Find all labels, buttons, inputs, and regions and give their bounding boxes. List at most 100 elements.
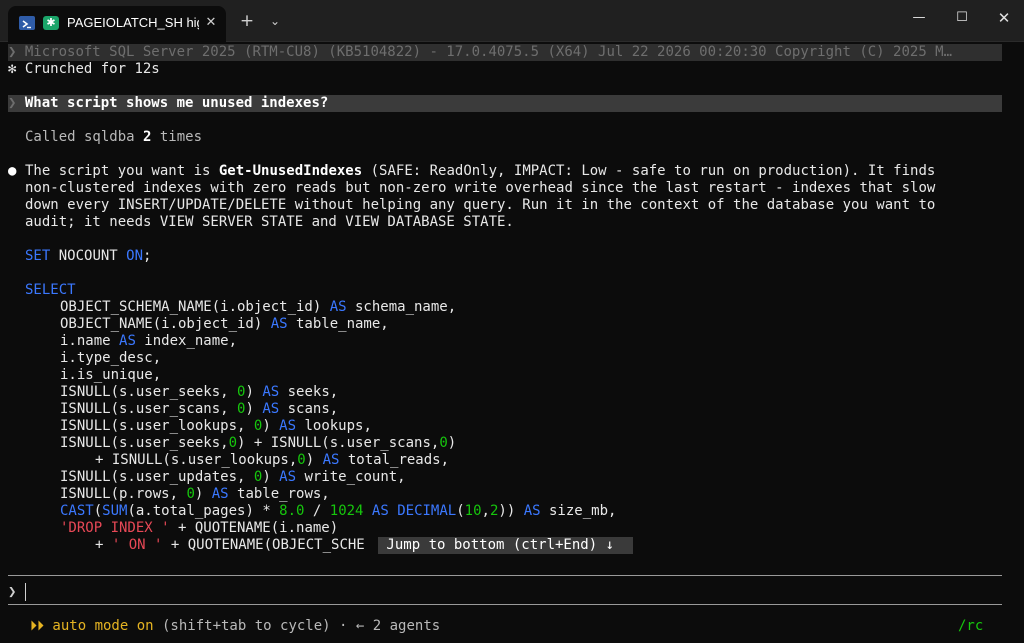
- c13d: [363, 503, 371, 519]
- banner-line: ❯ Microsoft SQL Server 2025 (RTM-CU8) (K…: [8, 44, 952, 61]
- c12b: ): [194, 486, 212, 502]
- input-top-divider: [8, 575, 1002, 576]
- close-window-button[interactable]: ✕: [982, 0, 1024, 36]
- c1-as: AS: [329, 299, 347, 315]
- powershell-glyph: [22, 20, 31, 29]
- c8-as: AS: [279, 418, 297, 434]
- c12-as: AS: [211, 486, 229, 502]
- answer-line-4: audit; it needs VIEW SERVER STATE and VI…: [25, 214, 514, 230]
- code-line-13: CAST(SUM(a.total_pages) * 8.0 / 1024 AS …: [60, 503, 616, 520]
- c11-as: AS: [279, 469, 297, 485]
- maximize-button[interactable]: ☐: [940, 0, 984, 36]
- c12a: ISNULL(p.rows,: [60, 486, 187, 502]
- c7a: ISNULL(s.user_scans,: [60, 401, 238, 417]
- mode-hint: (shift+tab to cycle): [153, 618, 331, 634]
- c9c: ): [447, 435, 457, 451]
- banner-text: Microsoft SQL Server 2025 (RTM-CU8) (KB5…: [24, 44, 953, 60]
- c9-zero-b: 0: [439, 435, 448, 451]
- code-line-11: ISNULL(s.user_updates, 0) AS write_count…: [60, 469, 406, 486]
- c11a: ISNULL(s.user_updates,: [60, 469, 254, 485]
- answer-l1b: (SAFE: ReadOnly, IMPACT: Low - safe to r…: [362, 163, 936, 179]
- code-nocount: NOCOUNT: [50, 248, 127, 264]
- code-line-14: 'DROP INDEX ' + QUOTENAME(i.name): [60, 520, 338, 537]
- c3a: i.name: [60, 333, 120, 349]
- c13g: )): [498, 503, 524, 519]
- c13-eight: 8.0: [279, 503, 305, 519]
- c10a: + ISNULL(s.user_lookups,: [95, 452, 298, 468]
- title-bar: ✱ PAGEIOLATCH_SH high lat ✕ + ⌄ — ☐ ✕: [0, 0, 1024, 42]
- tab-close-icon[interactable]: ✕: [203, 14, 219, 32]
- question-text: What script shows me unused indexes?: [24, 95, 329, 111]
- c8c: lookups,: [296, 418, 372, 434]
- auto-mode-icon: ⏵⏵: [30, 618, 44, 634]
- script-name: Get-UnusedIndexes: [218, 163, 363, 179]
- c1a: OBJECT_SCHEMA_NAME(i.object_id): [60, 299, 330, 315]
- drop-index-string: 'DROP INDEX ': [60, 520, 170, 536]
- code-set-nocount: SET NOCOUNT ON;: [25, 248, 151, 265]
- c2-as: AS: [270, 316, 288, 332]
- c13f: ,: [481, 503, 490, 519]
- c3b: index_name,: [135, 333, 238, 349]
- called-line: Called sqldba 2 times: [25, 129, 202, 146]
- status-separator: ·: [330, 618, 356, 634]
- code-select: SELECT: [25, 282, 76, 298]
- banner-caret: ❯: [8, 44, 17, 60]
- c15b: + QUOTENAME(OBJECT_SCHE: [162, 537, 365, 553]
- code-line-7: ISNULL(s.user_scans, 0) AS scans,: [60, 401, 338, 418]
- c7-as: AS: [262, 401, 280, 417]
- c8b: ): [262, 418, 280, 434]
- c11b: ): [262, 469, 280, 485]
- code-line-8: ISNULL(s.user_lookups, 0) AS lookups,: [60, 418, 372, 435]
- c13c: /: [304, 503, 330, 519]
- code-line-1: OBJECT_SCHEMA_NAME(i.object_id) AS schem…: [60, 299, 456, 316]
- crunched-icon: ✻: [8, 61, 17, 77]
- c9-zero-a: 0: [228, 435, 238, 451]
- answer-bullet: ●: [8, 163, 17, 179]
- text-cursor[interactable]: [25, 583, 26, 601]
- question-caret: ❯: [8, 95, 17, 111]
- kw-sum: SUM: [102, 503, 128, 519]
- c7b: ): [245, 401, 263, 417]
- c13h: size_mb,: [540, 503, 617, 519]
- status-bar: ⏵⏵ auto mode on (shift+tab to cycle) · ←…: [30, 618, 440, 635]
- code-line-3: i.name AS index_name,: [60, 333, 237, 350]
- c10-zero: 0: [297, 452, 306, 468]
- c13b: (a.total_pages) *: [127, 503, 280, 519]
- terminal-tab[interactable]: ✱ PAGEIOLATCH_SH high lat ✕: [8, 6, 226, 42]
- answer-l1a: The script you want is: [25, 163, 219, 179]
- crunched-text: Crunched for 12s: [24, 61, 160, 77]
- auto-mode-label[interactable]: auto mode on: [44, 618, 153, 634]
- tab-dropdown-icon[interactable]: ⌄: [266, 11, 284, 31]
- code-line-9: ISNULL(s.user_seeks,0) + ISNULL(s.user_s…: [60, 435, 456, 452]
- tab-title: PAGEIOLATCH_SH high lat: [67, 15, 199, 30]
- agents-count[interactable]: 2 agents: [364, 618, 440, 634]
- code-line-10: + ISNULL(s.user_lookups,0) AS total_read…: [95, 452, 449, 469]
- c11c: write_count,: [296, 469, 406, 485]
- c12c: table_rows,: [228, 486, 330, 502]
- kw-decimal: DECIMAL: [397, 503, 457, 519]
- minimize-button[interactable]: —: [897, 0, 941, 36]
- c13d2: [389, 503, 397, 519]
- code-semi: ;: [143, 248, 152, 264]
- c2b: table_name,: [287, 316, 389, 332]
- rc-indicator: /rc: [958, 618, 984, 634]
- c12-zero: 0: [186, 486, 195, 502]
- c13e: (: [456, 503, 465, 519]
- answer-line-1: The script you want is Get-UnusedIndexes…: [25, 163, 935, 180]
- c10b: ): [305, 452, 323, 468]
- c15a: +: [95, 537, 112, 553]
- c6a: ISNULL(s.user_seeks,: [60, 384, 238, 400]
- c3-as: AS: [119, 333, 136, 349]
- new-tab-button[interactable]: +: [237, 11, 257, 31]
- c1b: schema_name,: [346, 299, 457, 315]
- jump-to-bottom-button[interactable]: Jump to bottom (ctrl+End) ↓: [378, 537, 633, 554]
- code-line-2: OBJECT_NAME(i.object_id) AS table_name,: [60, 316, 389, 333]
- c2a: OBJECT_NAME(i.object_id): [60, 316, 271, 332]
- c13a: (: [93, 503, 103, 519]
- code-line-6: ISNULL(s.user_seeks, 0) AS seeks,: [60, 384, 338, 401]
- code-line-12: ISNULL(p.rows, 0) AS table_rows,: [60, 486, 330, 503]
- c13-1024: 1024: [329, 503, 364, 519]
- answer-line-2: non-clustered indexes with zero reads bu…: [25, 180, 936, 196]
- code-line-4: i.type_desc,: [60, 350, 162, 366]
- called-prefix: Called sqldba: [25, 129, 144, 145]
